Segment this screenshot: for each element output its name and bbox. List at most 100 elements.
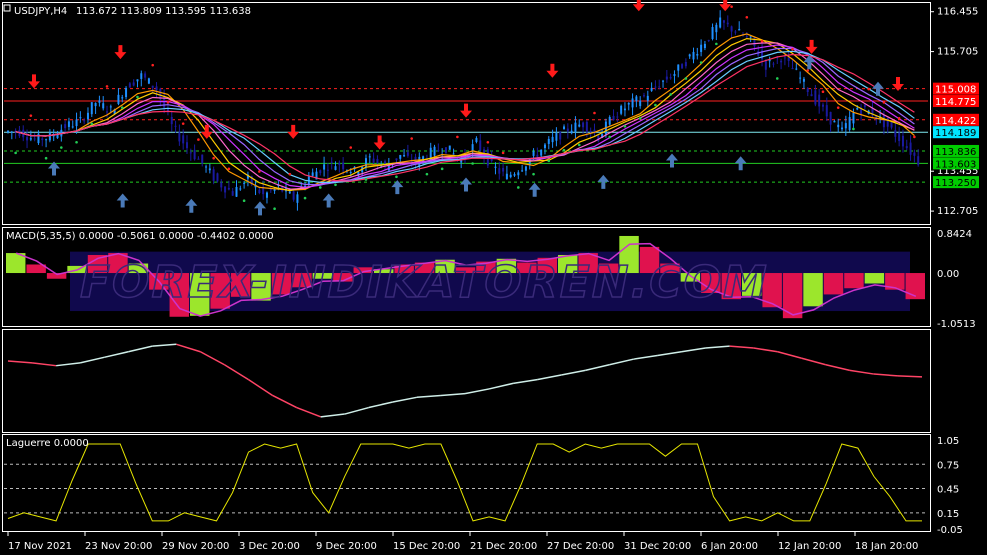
trading-chart[interactable]: 116.455 115.705 113.455 112.705 115.008 114.7…: [0, 0, 987, 555]
candle-body: [151, 85, 154, 88]
candle-body: [90, 102, 93, 115]
trailing-stop-dot: [532, 172, 535, 176]
price-tag-label: 114.775: [935, 97, 976, 108]
oscillator-segment: [176, 343, 201, 353]
macd-histogram-bar: [864, 273, 885, 284]
candle-body: [505, 173, 508, 180]
sell-arrow-icon: [632, 0, 645, 12]
trailing-stop-dot: [517, 186, 520, 189]
candle-body: [669, 77, 672, 79]
candle-body: [147, 78, 150, 84]
time-axis-label: 3 Dec 20:00: [239, 541, 300, 552]
candle-body: [730, 26, 733, 32]
candle-body: [692, 51, 695, 60]
laguerre-axis-label: -0.05: [937, 525, 963, 536]
trailing-stop-dot: [593, 111, 596, 115]
candle-body: [589, 130, 592, 133]
candle-body: [33, 138, 36, 140]
candle-body: [48, 132, 51, 141]
candle-body: [56, 134, 59, 139]
candle-body: [726, 22, 729, 25]
candle-body: [475, 138, 478, 142]
candle-body: [795, 68, 798, 70]
candle-body: [623, 108, 626, 111]
chart-canvas[interactable]: 116.455115.705113.455112.705115.008114.7…: [0, 0, 987, 555]
chart-menu-icon[interactable]: [3, 4, 11, 12]
candle-body: [109, 106, 112, 108]
buy-arrow-icon: [872, 81, 884, 96]
candle-body: [185, 142, 188, 149]
candle-body: [681, 64, 684, 69]
buy-arrow-icon: [666, 153, 678, 168]
buy-arrow-icon: [254, 201, 266, 216]
oscillator-segment: [753, 347, 778, 353]
candle-body: [821, 104, 824, 107]
candle-body: [311, 172, 314, 176]
price-axis-label: 115.705: [937, 47, 978, 58]
laguerre-pane[interactable]: [2, 434, 931, 532]
candle-body: [231, 191, 234, 196]
trailing-stop-dot: [364, 178, 368, 181]
trailing-stop-dot: [852, 127, 855, 131]
candle-body: [898, 132, 901, 142]
oscillator-segment: [31, 362, 57, 367]
oscillator-segment: [897, 375, 923, 378]
trailing-stop-dot: [791, 47, 794, 51]
candle-body: [913, 152, 916, 156]
candle-body: [890, 121, 893, 128]
trailing-stop-dot: [699, 61, 703, 64]
trailing-stop-dot: [425, 172, 429, 176]
oscillator-segment: [609, 358, 634, 366]
candle-body: [208, 168, 211, 171]
candle-body: [452, 153, 455, 155]
candle-body: [174, 125, 177, 127]
candle-body: [745, 36, 748, 38]
candle-body: [444, 147, 447, 153]
oscillator-pane[interactable]: [2, 329, 931, 433]
candle-body: [26, 137, 29, 141]
candle-body: [738, 28, 741, 31]
sell-arrow-icon: [287, 124, 300, 139]
candle-body: [155, 86, 158, 91]
laguerre-axis-label: 0.75: [937, 460, 959, 471]
candle-body: [45, 139, 48, 141]
trailing-stop-dot: [760, 39, 764, 43]
candle-body: [559, 131, 562, 140]
trailing-stop-dot: [806, 69, 810, 72]
oscillator-segment: [825, 364, 851, 372]
macd-axis-label: 0.8424: [937, 229, 972, 240]
sell-arrow-icon: [373, 135, 386, 150]
candle-body: [734, 31, 737, 33]
trailing-stop-dot: [105, 85, 109, 88]
candle-body: [125, 87, 128, 98]
time-axis-label: 31 Dec 20:00: [624, 541, 691, 552]
candle-body: [654, 86, 657, 88]
candle-body: [220, 182, 223, 188]
candle-body: [806, 88, 809, 93]
candle-body: [814, 90, 817, 105]
candle-body: [650, 87, 653, 91]
candle-body: [296, 194, 299, 203]
candle-body: [780, 60, 783, 63]
trailing-stop-dot: [577, 143, 581, 147]
candle-body: [235, 187, 238, 197]
oscillator-segment: [104, 351, 129, 359]
candle-body: [856, 108, 859, 110]
candle-body: [578, 124, 581, 127]
candle-body: [326, 169, 329, 171]
moving-average-line: [15, 47, 915, 186]
candle-body: [212, 169, 215, 181]
candle-body: [536, 154, 539, 157]
time-axis-label: 9 Dec 20:00: [316, 541, 377, 552]
candle-body: [128, 83, 131, 88]
candle-body: [772, 63, 775, 65]
trailing-stop-dot: [410, 137, 413, 140]
oscillator-segment: [128, 345, 153, 353]
candle-body: [841, 127, 844, 130]
symbol-label: USDJPY,H4: [14, 6, 67, 17]
macd-histogram-bar: [823, 273, 844, 295]
candle-body: [7, 130, 9, 132]
trailing-stop-dot: [75, 140, 78, 144]
candle-body: [543, 144, 546, 149]
candle-body: [201, 154, 204, 164]
